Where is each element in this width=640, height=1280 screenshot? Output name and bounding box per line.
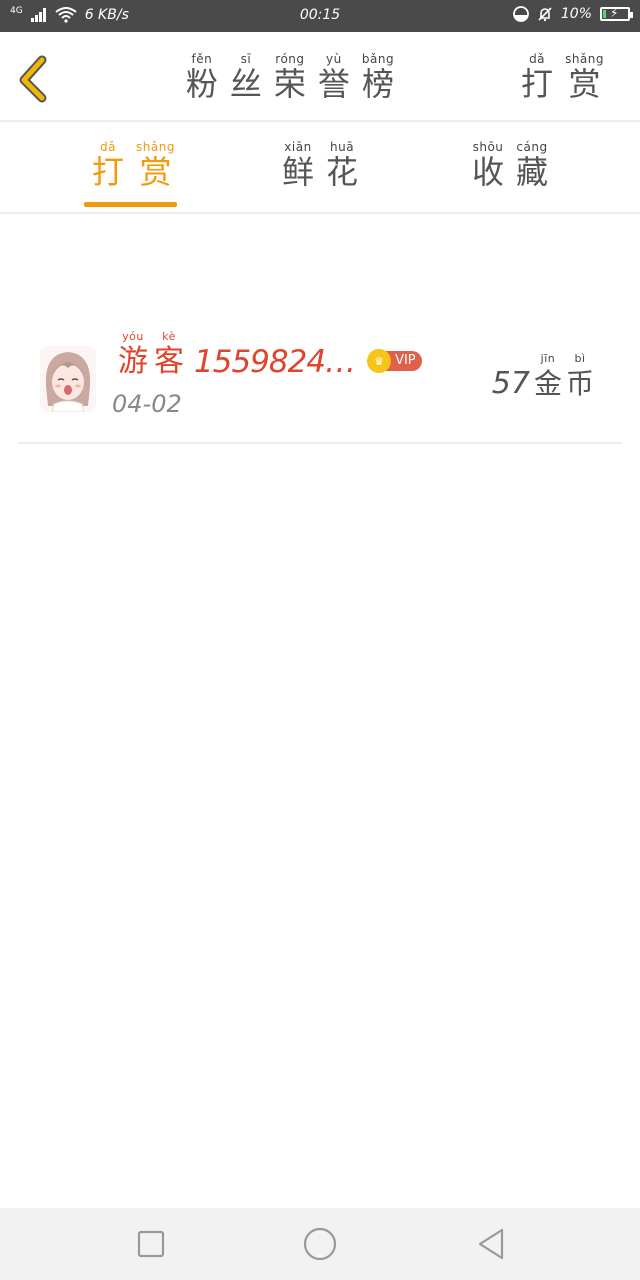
title-char: fěn 粉 [185, 52, 218, 103]
active-tab-indicator [84, 202, 177, 207]
title-char: róng 荣 [273, 52, 306, 103]
crown-icon: ♛ [367, 349, 392, 373]
vip-badge: ♛ VIP [367, 349, 422, 373]
tab-flowers[interactable]: xiān 鲜 huā 花 [276, 140, 364, 190]
alarm-icon [512, 6, 529, 22]
recent-apps-button[interactable] [133, 1226, 169, 1262]
user-id-number: 1559824… [194, 344, 356, 380]
unit-char: bì 币 [565, 352, 594, 400]
title-char: bǎng 榜 [361, 52, 395, 103]
battery-percent: 10% [560, 6, 592, 22]
avatar[interactable] [40, 346, 96, 412]
top-app-bar: fěn 粉 sī 丝 róng 荣 yù 誉 bǎng 榜 dǎ 打 shǎng 赏 [0, 32, 640, 122]
reward-button[interactable]: dǎ 打 shǎng 赏 [515, 52, 610, 102]
tab-favorites[interactable]: shōu 收 cáng 藏 [466, 140, 554, 190]
circle-icon [303, 1227, 337, 1261]
tab-char: shǎng 赏 [136, 140, 175, 191]
coin-amount: 57 jīn 金 bì 币 [492, 352, 596, 402]
user-name: yóu 游 kè 客 1559824… ♛ VIP [118, 330, 422, 380]
unit-char: jīn 金 [533, 352, 562, 400]
tab-bar: dǎ 打 shǎng 赏 xiān 鲜 huā 花 shōu 收 cáng 藏 [0, 122, 640, 214]
title-char: sī 丝 [229, 52, 262, 103]
tab-reward[interactable]: dǎ 打 shǎng 赏 [86, 140, 181, 190]
status-bar: 4G 6 KB/s 00:15 10% ⚡ [0, 0, 640, 32]
tab-char: shōu 收 [472, 140, 505, 191]
name-char: yóu 游 [118, 330, 148, 379]
tab-char: xiān 鲜 [282, 140, 315, 191]
home-button[interactable] [302, 1226, 338, 1262]
reward-char: dǎ 打 [521, 52, 554, 103]
tab-char: cáng 藏 [516, 140, 549, 191]
system-nav-bar [0, 1208, 640, 1280]
square-icon [137, 1230, 165, 1258]
triangle-back-icon [478, 1228, 504, 1260]
title-char: yù 誉 [317, 52, 350, 103]
list-item[interactable]: yóu 游 kè 客 1559824… ♛ VIP 04-02 57 jīn 金 bì 币 [18, 318, 622, 444]
name-char: kè 客 [154, 330, 184, 379]
tab-char: huā 花 [326, 140, 359, 191]
mute-bell-icon [538, 7, 552, 22]
amount-value: 57 [491, 366, 530, 401]
reward-char: shǎng 赏 [565, 52, 604, 103]
reward-date: 04-02 [112, 390, 182, 418]
back-nav-button[interactable] [474, 1226, 510, 1262]
tab-char: dǎ 打 [92, 140, 125, 191]
battery-charging-icon: ⚡ [600, 6, 633, 21]
